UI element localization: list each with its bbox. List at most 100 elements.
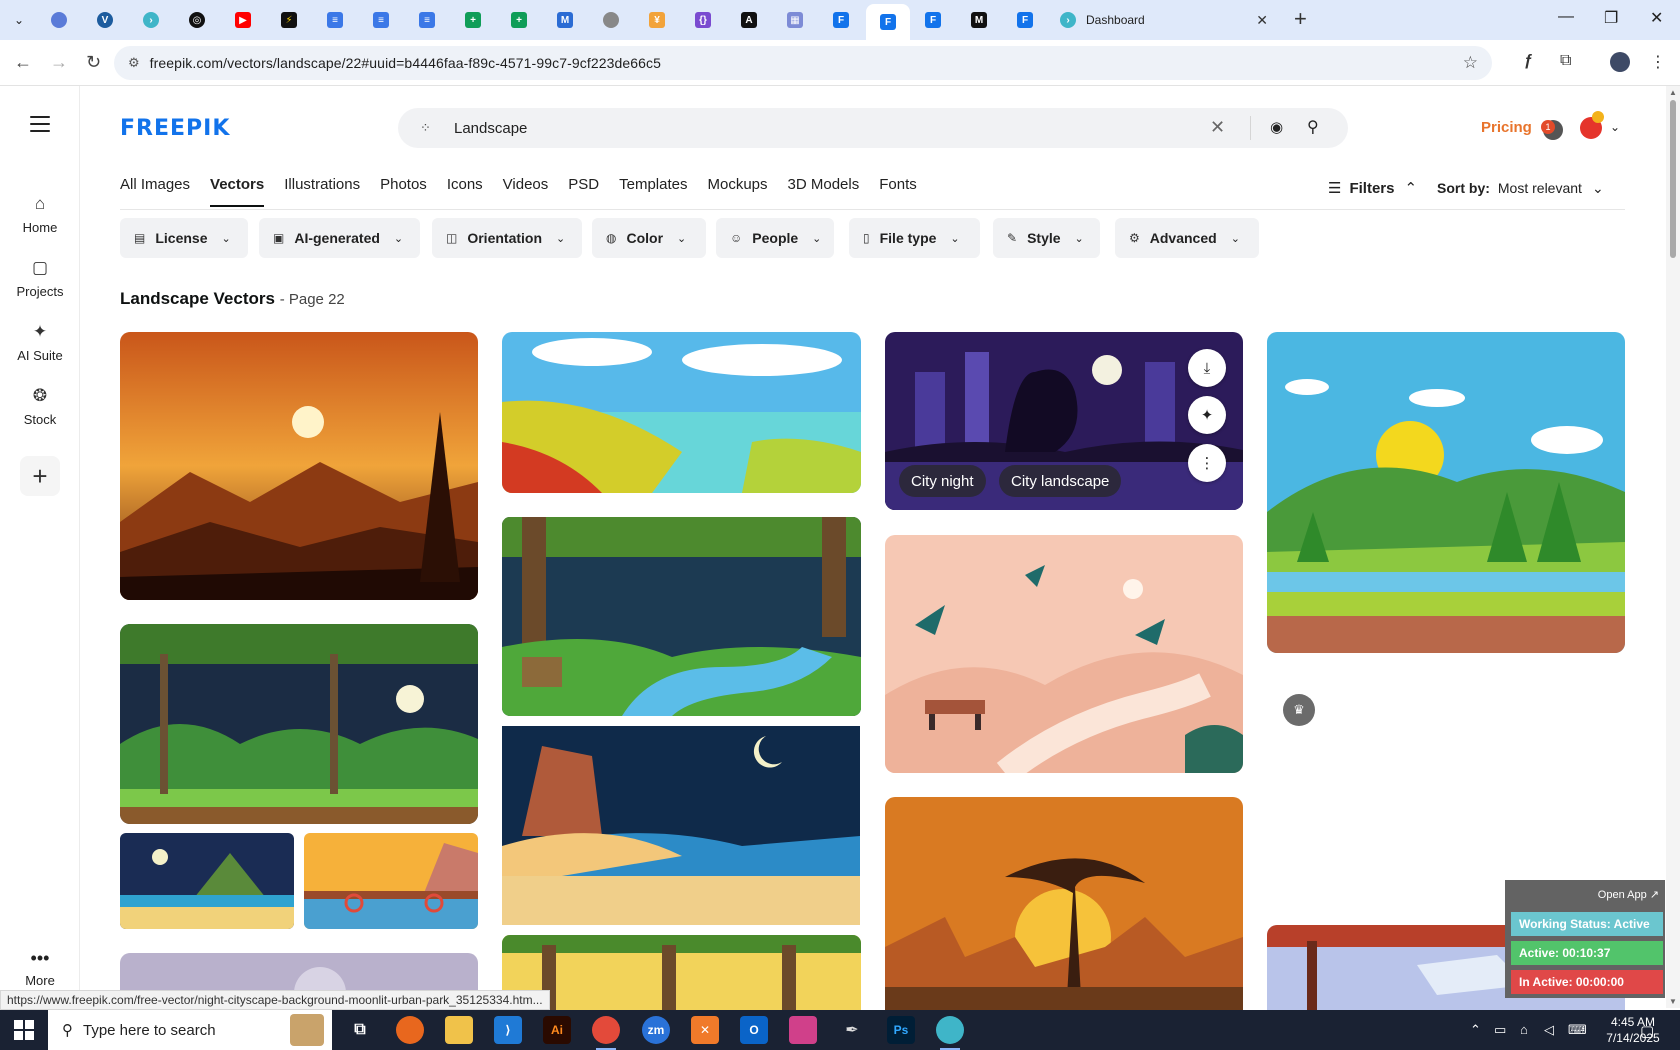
browser-tab[interactable]: {} <box>684 8 722 32</box>
browser-tab[interactable]: + <box>500 8 538 32</box>
rail-item-stock[interactable]: ❂ Stock <box>0 386 80 427</box>
browser-tab[interactable]: M <box>546 8 584 32</box>
xampp-icon[interactable]: ✕ <box>691 1016 719 1044</box>
wifi-icon[interactable]: ⌂ <box>1520 1022 1528 1037</box>
browser-tab[interactable]: + <box>454 8 492 32</box>
tab-mockups[interactable]: Mockups <box>707 176 767 207</box>
browser-tab[interactable]: ▶ <box>224 8 262 32</box>
browser-tab[interactable]: ≡ <box>316 8 354 32</box>
image-card-sunset-pier-small[interactable] <box>304 833 478 929</box>
tab-close-icon[interactable]: ✕ <box>1256 12 1268 29</box>
browser-tab[interactable]: ⚡ <box>270 8 308 32</box>
scrollbar-thumb[interactable] <box>1670 100 1676 258</box>
filter-license[interactable]: ▤ License ⌄ <box>120 218 248 258</box>
back-icon[interactable]: ← <box>14 52 32 73</box>
image-card-sunny-river[interactable] <box>1267 332 1625 653</box>
file-explorer-icon[interactable] <box>445 1016 473 1044</box>
browser-tab[interactable] <box>592 8 630 32</box>
filter-style[interactable]: ✎ Style ⌄ <box>993 218 1100 258</box>
rail-item-projects[interactable]: ▢ Projects <box>0 258 80 299</box>
freepik-logo[interactable]: FREEPIK <box>120 116 230 141</box>
minimize-icon[interactable]: — <box>1558 8 1574 26</box>
restore-icon[interactable]: ❐ <box>1604 8 1618 28</box>
tab-videos[interactable]: Videos <box>503 176 549 207</box>
image-card-swallows-bench[interactable] <box>885 535 1243 773</box>
image-card-sunset-mountains[interactable] <box>120 332 478 600</box>
browser-tab[interactable]: A <box>730 8 768 32</box>
scroll-up-arrow[interactable]: ▲ <box>1669 88 1677 97</box>
rail-item-more[interactable]: ••• More <box>0 948 80 988</box>
more-options-icon[interactable]: ⋮ <box>1188 444 1226 482</box>
filter-ai-generated[interactable]: ▣ AI-generated ⌄ <box>259 218 420 258</box>
premium-crown-icon[interactable]: ♛ <box>1283 694 1315 726</box>
firefox-icon[interactable] <box>396 1016 424 1044</box>
browser-tab[interactable]: F <box>822 8 860 32</box>
image-card-night-beach-small[interactable] <box>120 833 294 929</box>
address-bar[interactable]: ⚙ freepik.com/vectors/landscape/22#uuid=… <box>114 46 1492 80</box>
zoom-icon[interactable]: zm <box>642 1016 670 1044</box>
tab-search-icon[interactable]: ⌄ <box>6 8 32 32</box>
browser-tab[interactable]: ≡ <box>408 8 446 32</box>
windows-start-icon[interactable] <box>14 1020 34 1040</box>
chrome-icon[interactable] <box>592 1016 620 1050</box>
rail-item-ai-suite[interactable]: ✦ AI Suite <box>0 322 80 363</box>
tab-3d-models[interactable]: 3D Models <box>788 176 860 207</box>
tab-templates[interactable]: Templates <box>619 176 687 207</box>
browser-tab[interactable]: ▦ <box>776 8 814 32</box>
image-card-savanna-sunset[interactable] <box>885 797 1243 1011</box>
filters-toggle-button[interactable]: ☰ Filters ⌃ <box>1328 179 1417 197</box>
image-card-tropical-beach[interactable] <box>502 726 860 925</box>
scroll-down-arrow[interactable]: ▼ <box>1669 997 1677 1006</box>
image-card-forest-partial[interactable] <box>502 935 861 1011</box>
close-window-icon[interactable]: ✕ <box>1650 8 1663 28</box>
dashboard-app-icon[interactable] <box>936 1016 964 1050</box>
open-app-link[interactable]: Open App ↗ <box>1598 888 1659 901</box>
browser-tab[interactable]: ◎ <box>178 8 216 32</box>
browser-profile-avatar[interactable] <box>1610 52 1630 72</box>
search-input[interactable] <box>454 115 1094 141</box>
browser-tab[interactable]: V <box>86 8 124 32</box>
notifications-icon[interactable]: 1 <box>1541 120 1563 140</box>
download-icon[interactable]: ⤓ <box>1188 349 1226 387</box>
tray-network-icon[interactable]: ▭ <box>1494 1022 1506 1038</box>
browser-tab[interactable]: ¥ <box>638 8 676 32</box>
tab-psd[interactable]: PSD <box>568 176 599 207</box>
tab-fonts[interactable]: Fonts <box>879 176 917 207</box>
user-avatar[interactable] <box>1580 111 1604 139</box>
pen-tool-icon[interactable]: ✒ <box>838 1016 866 1044</box>
tag-city-night[interactable]: City night <box>899 465 986 497</box>
filter-orientation[interactable]: ◫ Orientation ⌄ <box>432 218 582 258</box>
new-tab-button[interactable]: + <box>1294 6 1307 32</box>
creative-cloud-icon[interactable] <box>789 1016 817 1044</box>
add-button[interactable]: + <box>20 456 60 496</box>
illustrator-icon[interactable]: Ai <box>543 1016 571 1044</box>
task-view-icon[interactable]: ⧉ <box>346 1016 374 1044</box>
search-grid-icon[interactable]: ⁘ <box>420 120 431 136</box>
site-info-icon[interactable]: ⚙ <box>128 55 140 71</box>
tab-photos[interactable]: Photos <box>380 176 427 207</box>
extensions-puzzle-icon[interactable]: ⧉ <box>1560 52 1571 70</box>
filter-people[interactable]: ☺ People ⌄ <box>716 218 834 258</box>
browser-tab-dashboard[interactable]: › Dashboard ✕ <box>1054 8 1274 32</box>
image-card-cartoon-coast[interactable] <box>502 332 861 493</box>
browser-tab[interactable]: ≡ <box>362 8 400 32</box>
taskbar-search[interactable]: ⚲ Type here to search <box>48 1010 332 1050</box>
browser-tab[interactable]: › <box>132 8 170 32</box>
browser-tab[interactable]: M <box>960 8 998 32</box>
image-card-forest-river[interactable] <box>502 517 861 716</box>
image-card-night-jungle[interactable] <box>120 624 478 824</box>
notification-center-icon[interactable]: ▢ <box>1640 1022 1654 1040</box>
reload-icon[interactable]: ↻ <box>86 52 101 73</box>
bookmark-star-icon[interactable]: ☆ <box>1463 53 1478 73</box>
browser-tab[interactable] <box>40 8 78 32</box>
outlook-icon[interactable]: O <box>740 1016 768 1044</box>
filter-color[interactable]: ◍ Color ⌄ <box>592 218 706 258</box>
page-scrollbar[interactable]: ▲ ▼ <box>1666 86 1680 1008</box>
tab-vectors[interactable]: Vectors <box>210 176 265 207</box>
rail-item-home[interactable]: ⌂ Home <box>0 194 80 235</box>
camera-search-icon[interactable]: ◉ <box>1270 118 1283 136</box>
hamburger-menu-icon[interactable] <box>30 116 50 137</box>
clear-search-icon[interactable]: ✕ <box>1210 117 1225 138</box>
tag-city-landscape[interactable]: City landscape <box>999 465 1122 497</box>
browser-tab-active[interactable]: F <box>866 4 910 40</box>
